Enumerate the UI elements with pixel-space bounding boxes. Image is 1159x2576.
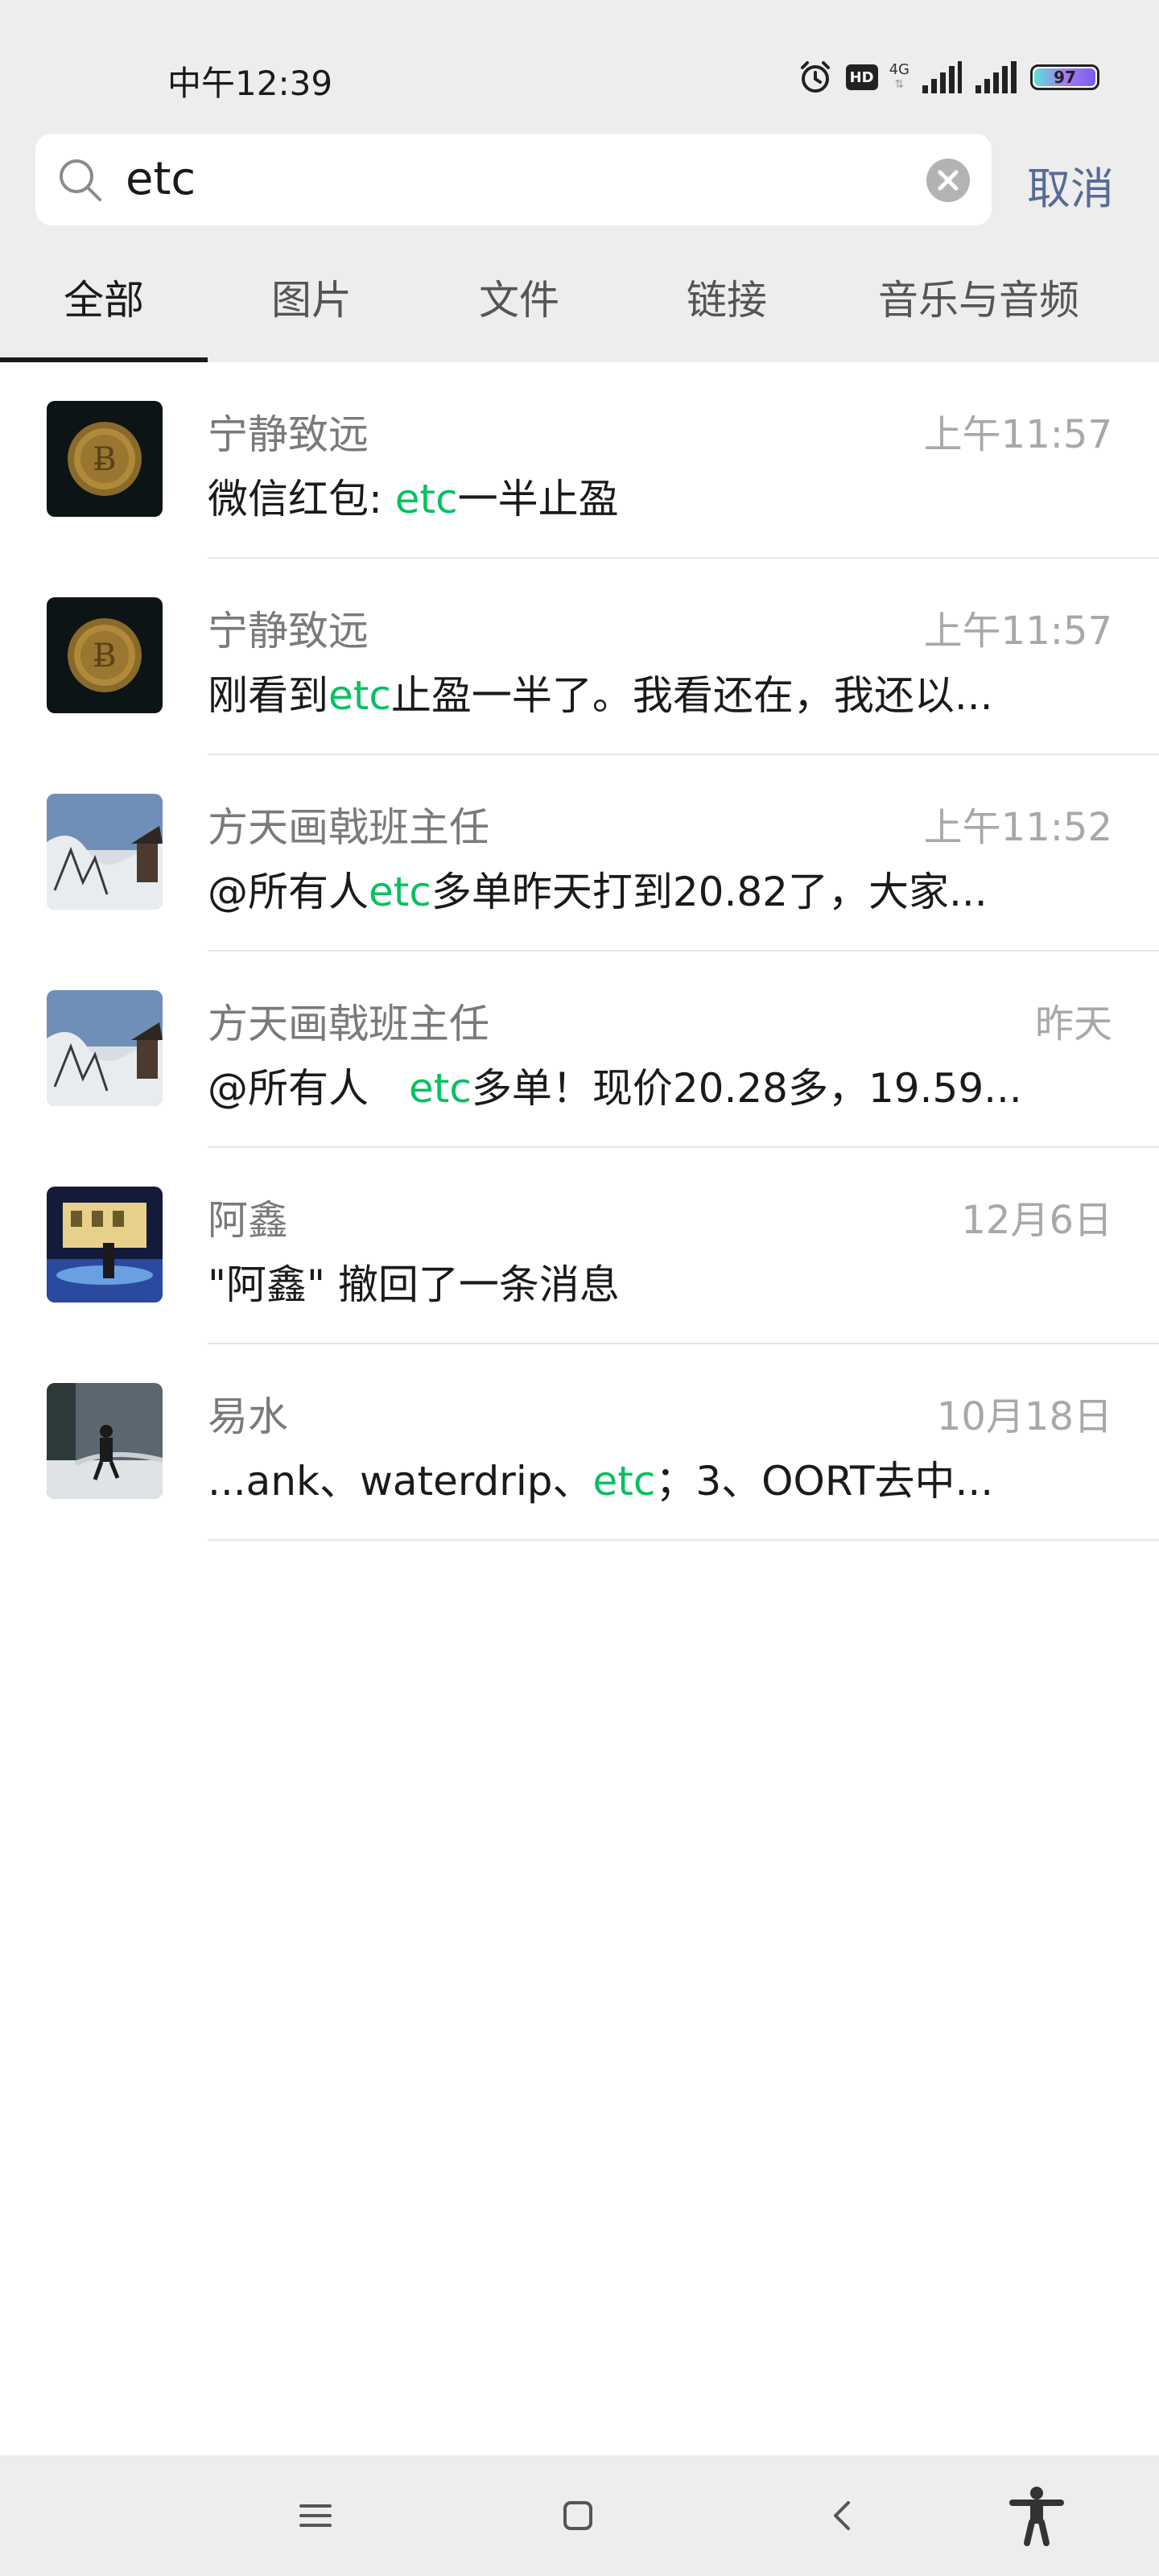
message-snippet: 微信红包: etc一半止盈 — [208, 467, 1117, 525]
snippet-text: ...ank、waterdrip、 — [208, 1458, 593, 1505]
contact-name: 方天画戟班主任 — [208, 1001, 489, 1047]
snippet-text: 微信红包: — [208, 476, 395, 522]
snippet-text: @所有人 — [208, 869, 369, 915]
snippet-highlight: etc — [394, 476, 458, 522]
contact-name: 方天画戟班主任 — [208, 804, 489, 851]
signal-icon — [922, 61, 962, 93]
snippet-text: @所有人 — [208, 1065, 409, 1112]
message-snippet: "阿鑫" 撤回了一条消息 — [208, 1253, 1117, 1311]
svg-text:Ƀ: Ƀ — [93, 441, 116, 478]
contact-name: 阿鑫 — [208, 1197, 288, 1244]
accessibility-icon[interactable] — [1004, 2483, 1069, 2548]
message-snippet: @所有人 etc多单！现价20.28多，19.59... — [208, 1056, 1117, 1114]
home-icon[interactable] — [554, 2491, 602, 2540]
avatar — [47, 1383, 163, 1499]
hd-icon: HD — [845, 64, 878, 90]
snippet-text: "阿鑫" 撤回了一条消息 — [208, 1261, 620, 1308]
message-time: 上午11:57 — [923, 609, 1112, 654]
snippet-highlight: etc — [369, 869, 431, 915]
status-icons: HD 4G ⇅ 97 — [785, 58, 1099, 97]
network-label: 4G ⇅ — [889, 63, 909, 92]
signal-icon — [975, 61, 1017, 93]
search-results: Ƀ 宁静致远 上午11:57 微信红包: etc一半止盈 Ƀ 宁静致远 上午11… — [0, 362, 1159, 1541]
avatar — [47, 1187, 163, 1302]
result-row[interactable]: 方天画戟班主任 上午11:52 @所有人etc多单昨天打到20.82了，大家..… — [0, 755, 1159, 952]
message-time: 上午11:52 — [923, 805, 1112, 850]
contact-name: 易水 — [208, 1393, 288, 1440]
system-nav-bar — [0, 2455, 1159, 2576]
search-query[interactable]: etc — [126, 153, 196, 205]
cancel-button[interactable]: 取消 — [1027, 153, 1114, 217]
search-input[interactable]: etc — [35, 134, 992, 225]
snippet-text: 多单昨天打到20.82了，大家... — [431, 869, 988, 915]
snippet-highlight: etc — [328, 672, 391, 719]
network-type: 4G — [889, 61, 909, 78]
result-row[interactable]: 方天画戟班主任 昨天 @所有人 etc多单！现价20.28多，19.59... — [0, 952, 1159, 1148]
status-time: 中午12:39 — [167, 64, 333, 103]
tab-images[interactable]: 图片 — [208, 232, 415, 362]
snippet-highlight: etc — [409, 1065, 472, 1112]
result-row[interactable]: Ƀ 宁静致远 上午11:57 微信红包: etc一半止盈 — [0, 362, 1159, 559]
message-snippet: 刚看到etc止盈一半了。我看还在，我还以... — [208, 663, 1117, 721]
snippet-text: 多单！现价20.28多，19.59... — [471, 1065, 1022, 1112]
tab-links[interactable]: 链接 — [623, 232, 831, 362]
snippet-text: ；3、OORT去中... — [655, 1458, 994, 1505]
contact-name: 宁静致远 — [208, 608, 369, 654]
snippet-text: 一半止盈 — [457, 476, 619, 522]
filter-tabs: 全部 图片 文件 链接 音乐与音频 — [0, 232, 1159, 362]
clear-icon[interactable] — [926, 158, 971, 203]
tab-files[interactable]: 文件 — [415, 232, 623, 362]
avatar — [47, 794, 163, 910]
tab-all[interactable]: 全部 — [0, 232, 208, 362]
avatar — [47, 990, 163, 1106]
message-time: 12月6日 — [961, 1198, 1112, 1243]
battery-icon: 97 — [1030, 64, 1099, 90]
back-icon[interactable] — [819, 2491, 868, 2540]
message-time: 上午11:57 — [923, 412, 1112, 457]
status-bar: 中午12:39 HD 4G ⇅ 97 — [0, 0, 1159, 129]
result-row[interactable]: 易水 10月18日 ...ank、waterdrip、etc；3、OORT去中.… — [0, 1344, 1159, 1541]
search-icon — [60, 159, 101, 201]
contact-name: 宁静致远 — [208, 411, 369, 458]
search-area: etc 取消 — [0, 129, 1159, 232]
battery-level: 97 — [1054, 68, 1076, 87]
snippet-highlight: etc — [592, 1458, 656, 1505]
tab-music-audio[interactable]: 音乐与音频 — [831, 232, 1127, 362]
result-row[interactable]: Ƀ 宁静致远 上午11:57 刚看到etc止盈一半了。我看还在，我还以... — [0, 559, 1159, 755]
svg-text:Ƀ: Ƀ — [93, 638, 116, 675]
avatar: Ƀ — [47, 401, 163, 517]
message-snippet: ...ank、waterdrip、etc；3、OORT去中... — [208, 1449, 1117, 1507]
snippet-text: 刚看到 — [208, 672, 328, 719]
snippet-text: 止盈一半了。我看还在，我还以... — [390, 672, 993, 719]
data-arrows-icon: ⇅ — [894, 78, 905, 91]
message-time: 10月18日 — [936, 1394, 1112, 1439]
message-snippet: @所有人etc多单昨天打到20.82了，大家... — [208, 860, 1117, 918]
menu-icon[interactable] — [291, 2491, 340, 2540]
divider — [208, 1539, 1159, 1541]
result-row[interactable]: 阿鑫 12月6日 "阿鑫" 撤回了一条消息 — [0, 1148, 1159, 1344]
message-time: 昨天 — [1034, 1001, 1112, 1046]
alarm-icon — [800, 61, 830, 93]
avatar: Ƀ — [47, 597, 163, 713]
